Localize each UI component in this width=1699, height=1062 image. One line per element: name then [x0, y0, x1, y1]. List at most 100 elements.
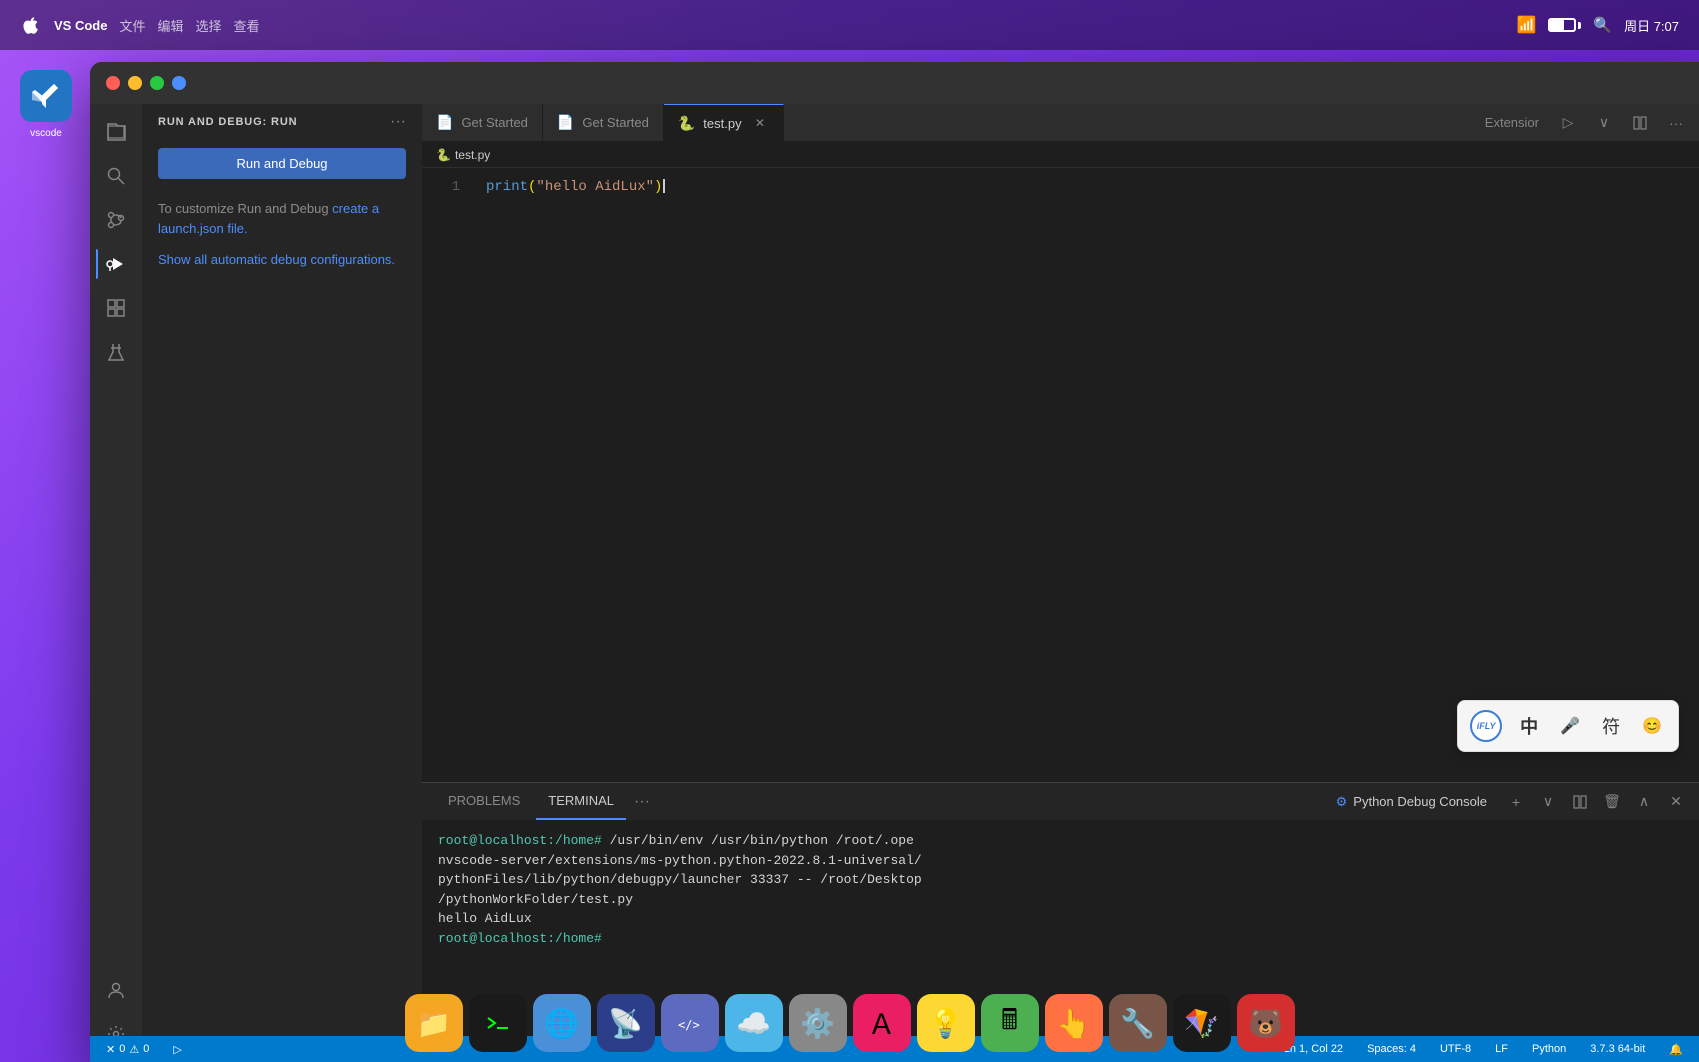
- dock-code[interactable]: </>: [661, 994, 719, 1052]
- sidebar-item-run-debug[interactable]: [96, 244, 136, 284]
- run-file-button[interactable]: ▷: [1555, 110, 1581, 136]
- tab-label-1: Get Started: [461, 115, 527, 130]
- tab-get-started-1[interactable]: 📄 Get Started: [422, 104, 543, 141]
- dock-files[interactable]: 📁: [405, 994, 463, 1052]
- dock-remote[interactable]: 📡: [597, 994, 655, 1052]
- terminal-tab-right: ⚙ Python Debug Console + ∨ 🗑 ∧: [1326, 789, 1699, 815]
- sidebar-item-explorer[interactable]: [96, 112, 136, 152]
- sidebar-item-test[interactable]: [96, 332, 136, 372]
- tab-test-py[interactable]: 🐍 test.py ✕: [664, 104, 784, 141]
- svg-text:</>: </>: [678, 1018, 700, 1032]
- terminal-more-button[interactable]: ···: [630, 793, 654, 811]
- dock-kuma[interactable]: 🐻: [1237, 994, 1295, 1052]
- minimize-button[interactable]: [128, 76, 142, 90]
- terminal-add-button[interactable]: +: [1503, 789, 1529, 815]
- sidebar: RUN AND DEBUG: RUN ··· Run and Debug To …: [142, 104, 422, 1062]
- dock-kite[interactable]: 🪁: [1173, 994, 1231, 1052]
- ifly-logo[interactable]: iFLY: [1470, 710, 1502, 742]
- dock-touch[interactable]: 👆: [1045, 994, 1103, 1052]
- terminal-line-6: root@localhost:/home#: [438, 929, 1683, 949]
- sidebar-description: To customize Run and Debug create a laun…: [142, 187, 422, 250]
- dock: 📁 🌐 📡 </> ☁️ ⚙️ Ａ 💡 🖩 👆 🔧 🪁 🐻: [0, 994, 1699, 1052]
- dock-calc[interactable]: 🖩: [981, 994, 1039, 1052]
- close-button[interactable]: [106, 76, 120, 90]
- menu-edit[interactable]: 编辑: [157, 16, 183, 35]
- vscode-label: vscode: [10, 128, 82, 139]
- main-layout: RUN AND DEBUG: RUN ··· Run and Debug To …: [90, 104, 1699, 1062]
- breadcrumb-filename: test.py: [455, 148, 490, 162]
- macos-bar-right: 📶 🔍 周日 7:07: [1516, 15, 1679, 35]
- terminal-tab-bar: PROBLEMS TERMINAL ··· ⚙ Python Debug Con…: [422, 783, 1699, 821]
- ime-symbol-button[interactable]: 符: [1598, 709, 1624, 743]
- terminal-prompt-2: root@localhost:/home#: [438, 931, 602, 946]
- terminal-line-3: pythonFiles/lib/python/debugpy/launcher …: [438, 870, 1683, 890]
- activity-bar: [90, 104, 142, 1062]
- sidebar-item-extensions[interactable]: [96, 288, 136, 328]
- line-numbers: 1: [422, 176, 472, 774]
- terminal-collapse-button[interactable]: ∧: [1631, 789, 1657, 815]
- dock-cloud[interactable]: ☁️: [725, 994, 783, 1052]
- tab-icon-2: 📄: [557, 114, 574, 131]
- breadcrumb: 🐍 test.py: [422, 142, 1699, 168]
- terminal-dropdown-button[interactable]: ∨: [1535, 789, 1561, 815]
- sidebar-item-source-control[interactable]: [96, 200, 136, 240]
- editor-area: 📄 Get Started 📄 Get Started 🐍 test.py ✕ …: [422, 104, 1699, 1062]
- title-bar: [90, 62, 1699, 104]
- sidebar-more-button[interactable]: ···: [390, 113, 406, 131]
- fourth-button[interactable]: [172, 76, 186, 90]
- tab-bar-actions: Extensior ▷ ∨ ···: [1469, 104, 1699, 141]
- ime-mic-button[interactable]: 🎤: [1556, 712, 1584, 740]
- dock-gear[interactable]: ⚙️: [789, 994, 847, 1052]
- macos-topbar: VS Code 文件 编辑 选择 查看 📶 🔍 周日 7:07: [0, 0, 1699, 50]
- terminal-split-button[interactable]: [1567, 789, 1593, 815]
- show-auto-debug-link[interactable]: Show all automatic debug configurations.: [142, 250, 422, 286]
- search-menu-icon[interactable]: 🔍: [1593, 16, 1612, 34]
- ime-emoji-button[interactable]: 😊: [1638, 712, 1666, 740]
- run-menu-button[interactable]: ∨: [1591, 110, 1617, 136]
- tab-terminal[interactable]: TERMINAL: [536, 783, 626, 820]
- tab-label-2: Get Started: [582, 115, 648, 130]
- code-editor[interactable]: 1 print("hello AidLux"): [422, 168, 1699, 782]
- terminal-line-4: /pythonWorkFolder/test.py: [438, 890, 1683, 910]
- more-actions-button[interactable]: ···: [1663, 110, 1689, 136]
- code-content[interactable]: print("hello AidLux"): [472, 176, 1699, 774]
- file-icon: 🐍: [436, 148, 451, 162]
- dock-terminal[interactable]: [469, 994, 527, 1052]
- sidebar-item-search[interactable]: [96, 156, 136, 196]
- split-editor-button[interactable]: [1627, 110, 1653, 136]
- dock-font[interactable]: Ａ: [853, 994, 911, 1052]
- terminal-prompt-1: root@localhost:/home#: [438, 833, 602, 848]
- dock-network[interactable]: 🌐: [533, 994, 591, 1052]
- terminal-close-button[interactable]: ✕: [1663, 789, 1689, 815]
- sidebar-header: RUN AND DEBUG: RUN ···: [142, 104, 422, 140]
- app-name: VS Code: [54, 18, 107, 33]
- ime-panel: iFLY 中 🎤 符 😊: [1457, 700, 1679, 752]
- ime-chinese-button[interactable]: 中: [1516, 709, 1542, 743]
- python-debug-gear-icon: ⚙: [1336, 794, 1348, 810]
- terminal-line-1: root@localhost:/home# /usr/bin/env /usr/…: [438, 831, 1683, 851]
- python-debug-console-label: ⚙ Python Debug Console: [1326, 794, 1497, 810]
- vscode-window: RUN AND DEBUG: RUN ··· Run and Debug To …: [90, 62, 1699, 1062]
- dock-bulb[interactable]: 💡: [917, 994, 975, 1052]
- breadcrumb-item: 🐍 test.py: [436, 148, 490, 162]
- menu-file[interactable]: 文件: [119, 16, 145, 35]
- menu-view[interactable]: 查看: [234, 16, 260, 35]
- tab-problems[interactable]: PROBLEMS: [436, 783, 532, 820]
- menu-selection[interactable]: 选择: [196, 16, 222, 35]
- vscode-app-icon[interactable]: [20, 70, 72, 122]
- tab-bar: 📄 Get Started 📄 Get Started 🐍 test.py ✕ …: [422, 104, 1699, 142]
- clock-display: 周日 7:07: [1624, 16, 1679, 35]
- extension-label: Extensior: [1479, 115, 1545, 130]
- dock-tools[interactable]: 🔧: [1109, 994, 1167, 1052]
- terminal-trash-button[interactable]: 🗑: [1599, 789, 1625, 815]
- tab-close-button[interactable]: ✕: [751, 114, 769, 132]
- tab-icon-1: 📄: [436, 114, 453, 131]
- run-and-debug-button[interactable]: Run and Debug: [158, 148, 406, 179]
- terminal-line-5: hello AidLux: [438, 909, 1683, 929]
- maximize-button[interactable]: [150, 76, 164, 90]
- tab-get-started-2[interactable]: 📄 Get Started: [543, 104, 664, 141]
- macos-bar-left: VS Code 文件 编辑 选择 查看: [20, 14, 260, 36]
- tab-icon-3: 🐍: [678, 115, 695, 132]
- apple-icon[interactable]: [20, 14, 42, 36]
- tab-label-3: test.py: [703, 116, 741, 131]
